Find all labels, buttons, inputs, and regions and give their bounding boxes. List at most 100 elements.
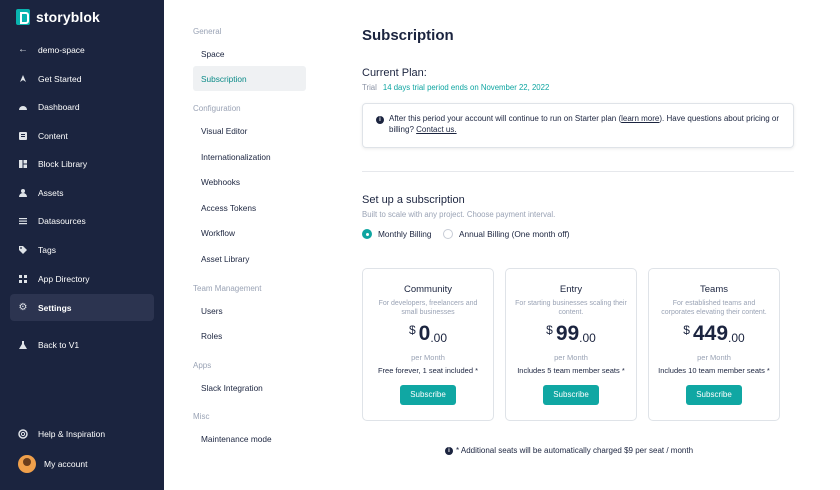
blocks-icon [18, 159, 28, 169]
nav-item-internationalization[interactable]: Internationalization [193, 144, 306, 169]
sidebar-item-label: Help & Inspiration [38, 428, 106, 439]
plan-card-teams: Teams For established teams and corporat… [648, 268, 780, 421]
nav-item-users[interactable]: Users [193, 298, 306, 323]
sidebar-item-label: demo-space [38, 44, 85, 55]
plan-includes: Includes 10 team member seats * [658, 366, 770, 375]
nav-group-general: General [193, 27, 222, 36]
content-icon [18, 131, 28, 141]
learn-more-link[interactable]: learn more [621, 114, 659, 123]
info-icon: i [376, 116, 384, 124]
price-cents: .00 [579, 331, 596, 345]
nav-group-configuration: Configuration [193, 104, 241, 113]
sidebar-item-label: Assets [38, 187, 64, 198]
subscribe-button-community[interactable]: Subscribe [400, 385, 456, 405]
price-period: per Month [411, 353, 445, 362]
settings-nav: General Space Subscription Configuration… [164, 0, 324, 490]
plan-notice: i After this period your account will co… [362, 103, 794, 148]
sidebar-item-back-to-v1[interactable]: Back to V1 [10, 331, 154, 358]
price-cents: .00 [728, 331, 745, 345]
price-currency: $ [683, 323, 690, 337]
plan-title: Entry [559, 284, 583, 295]
sidebar-item-label: Content [38, 130, 68, 141]
plan-description: For established teams and corporates ele… [661, 300, 767, 316]
plan-title: Community [403, 284, 453, 295]
nav-item-maintenance-mode[interactable]: Maintenance mode [193, 426, 306, 451]
plan-card-entry: Entry For starting businesses scaling th… [505, 268, 637, 421]
sidebar-item-block-library[interactable]: Block Library [10, 150, 154, 177]
plan-description: For starting businesses scaling their co… [515, 300, 627, 316]
billing-option-label: Monthly Billing [378, 229, 432, 239]
plan-status: 14 days trial period ends on November 22… [382, 83, 550, 92]
subscribe-button-entry[interactable]: Subscribe [543, 385, 599, 405]
billing-option-label: Annual Billing (One month off) [459, 229, 570, 239]
sidebar-item-get-started[interactable]: Get Started [10, 65, 154, 92]
nav-item-webhooks[interactable]: Webhooks [193, 169, 306, 194]
nav-item-asset-library[interactable]: Asset Library [193, 246, 306, 271]
sidebar-item-datasources[interactable]: Datasources [10, 207, 154, 234]
sidebar-item-label: Settings [38, 302, 72, 313]
current-plan-line: Trial 14 days trial period ends on Novemb… [362, 83, 549, 92]
sidebar-item-label: Dashboard [38, 101, 80, 112]
billing-option-monthly[interactable]: Monthly Billing [362, 229, 432, 239]
price-amount: 449 [692, 322, 729, 345]
sidebar-item-help[interactable]: Help & Inspiration [10, 420, 154, 447]
sidebar-item-space-switcher[interactable]: ← demo-space [10, 36, 154, 63]
plan-price: $ 449 .00 [649, 323, 779, 347]
nav-item-roles[interactable]: Roles [193, 323, 306, 348]
rocket-icon [18, 74, 28, 84]
price-amount: 99 [555, 322, 580, 345]
footnote-text: * Additional seats will be automatically… [456, 446, 694, 455]
plan-name: Trial [362, 83, 377, 92]
price-period: per Month [697, 353, 731, 362]
subscription-page: Subscription Current Plan: Trial 14 days … [362, 0, 840, 490]
nav-item-access-tokens[interactable]: Access Tokens [193, 195, 306, 220]
contact-us-link[interactable]: Contact us. [416, 125, 456, 134]
current-plan-heading: Current Plan: [362, 67, 427, 79]
page-title: Subscription [362, 27, 454, 44]
price-currency: $ [546, 323, 553, 337]
nav-item-subscription[interactable]: Subscription [193, 66, 306, 91]
subscribe-button-teams[interactable]: Subscribe [686, 385, 742, 405]
sidebar-item-label: Tags [38, 244, 56, 255]
sidebar-item-tags[interactable]: Tags [10, 236, 154, 263]
price-amount: 0 [418, 322, 431, 345]
dashboard-icon [18, 102, 28, 112]
logo-text: storyblok [36, 9, 100, 25]
radio-monthly[interactable] [362, 229, 372, 239]
sidebar-item-my-account[interactable]: My account [10, 450, 154, 477]
gear-icon: ⚙ [18, 301, 28, 313]
sidebar-item-assets[interactable]: Assets [10, 179, 154, 206]
section-divider [362, 171, 794, 172]
main-sidebar: storyblok ← demo-space Get Started Dashb… [0, 0, 164, 490]
setup-title: Set up a subscription [362, 194, 465, 206]
assets-icon [18, 188, 28, 198]
sidebar-item-dashboard[interactable]: Dashboard [10, 93, 154, 120]
storyblok-logo[interactable]: storyblok [16, 9, 100, 25]
nav-item-slack-integration[interactable]: Slack Integration [193, 375, 306, 400]
flask-icon [18, 340, 28, 350]
plan-includes: Free forever, 1 seat included * [377, 366, 479, 375]
list-icon [18, 216, 28, 226]
plan-card-community: Community For developers, freelancers an… [362, 268, 494, 421]
sidebar-item-label: App Directory [38, 273, 90, 284]
storyblok-logo-icon [16, 9, 30, 25]
nav-item-workflow[interactable]: Workflow [193, 220, 306, 245]
tag-icon [18, 245, 28, 255]
nav-group-misc: Misc [193, 412, 210, 421]
plan-price: $ 99 .00 [506, 323, 636, 347]
sidebar-item-settings[interactable]: ⚙ Settings [10, 294, 154, 321]
nav-item-visual-editor[interactable]: Visual Editor [193, 118, 306, 143]
sidebar-item-app-directory[interactable]: App Directory [10, 265, 154, 292]
sidebar-item-label: Datasources [38, 215, 86, 226]
nav-group-apps: Apps [193, 361, 212, 370]
radio-annual[interactable] [443, 229, 453, 239]
notice-text-before: After this period your account will cont… [389, 114, 622, 123]
sidebar-item-content[interactable]: Content [10, 122, 154, 149]
plan-description: For developers, freelancers and small bu… [378, 300, 478, 316]
nav-item-space[interactable]: Space [193, 41, 306, 66]
seats-footnote: i * Additional seats will be automatical… [445, 446, 693, 455]
info-icon: i [445, 446, 453, 455]
arrow-left-icon: ← [18, 43, 28, 55]
plan-includes: Includes 5 team member seats * [517, 366, 625, 375]
billing-option-annual[interactable]: Annual Billing (One month off) [443, 229, 570, 239]
